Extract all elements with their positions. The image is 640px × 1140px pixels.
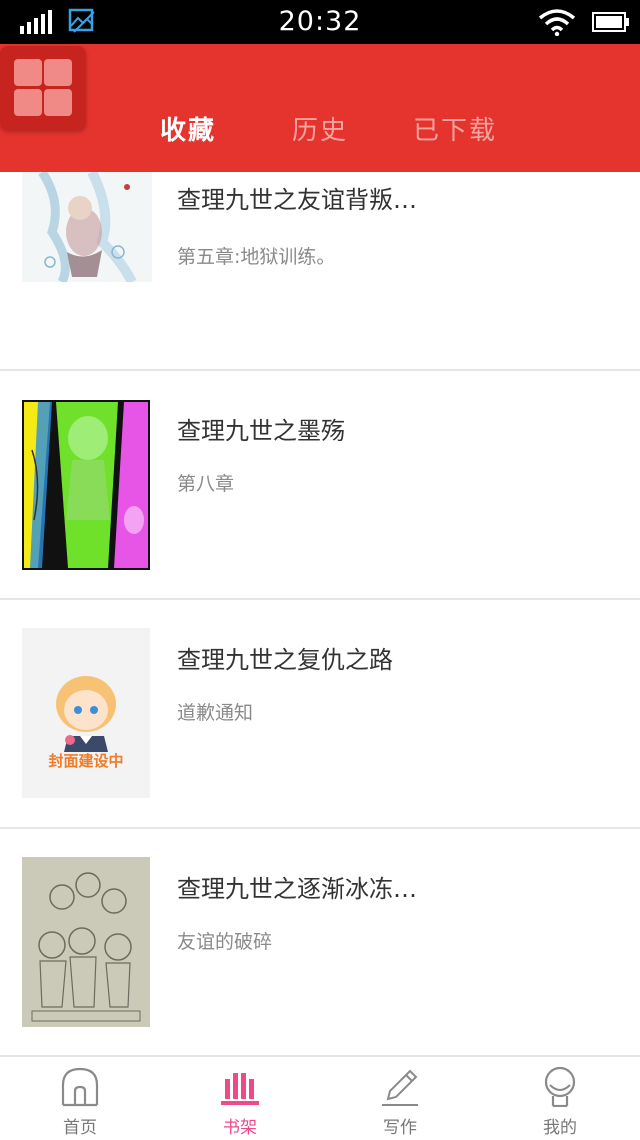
nav-label: 我的 [543,1118,577,1138]
grid-icon-cell [44,89,72,116]
book-latest-chapter: 友谊的破碎 [177,931,273,953]
app-header [0,44,640,172]
book-title: 查理九世之复仇之路 [177,646,393,674]
book-item[interactable]: 查理九世之友谊背叛… 第五章:地狱训练。 [0,172,640,341]
book-cover: 封面建设中 [22,628,150,798]
nav-bookshelf[interactable]: 书架 [160,1057,320,1140]
bottom-navigation: 首页 书架 写作 我的 [0,1055,640,1140]
nav-write[interactable]: 写作 [320,1057,480,1140]
status-bar: 20:32 [0,0,640,44]
book-latest-chapter: 第五章:地狱训练。 [177,246,336,268]
pencil-icon [382,1069,418,1106]
tab-history[interactable]: 历史 [292,110,348,147]
nav-label: 首页 [63,1118,97,1138]
book-item[interactable]: 封面建设中 查理九世之复仇之路 道歉通知 [0,600,640,829]
category-grid-button[interactable] [0,46,86,130]
battery-icon [592,12,629,32]
grid-icon-cell [44,59,72,86]
book-cover [22,172,152,282]
nav-label: 书架 [223,1118,257,1138]
book-cover [22,400,150,570]
tab-downloaded[interactable]: 已下载 [413,110,497,147]
book-item[interactable]: 查理九世之墨殇 第八章 [0,371,640,600]
cover-placeholder-text: 封面建设中 [48,752,124,770]
nav-profile[interactable]: 我的 [480,1057,640,1140]
book-latest-chapter: 第八章 [177,473,235,495]
tab-favorites[interactable]: 收藏 [160,110,216,147]
nav-home[interactable]: 首页 [0,1057,160,1140]
bookshelf-list[interactable]: 查理九世之友谊背叛… 第五章:地狱训练。 查理九世之墨殇 第八章 封面建设中 查… [0,172,640,1055]
profile-icon [544,1066,576,1107]
grid-icon-cell [14,89,42,116]
bookshelf-icon [221,1073,259,1105]
book-title: 查理九世之友谊背叛… [177,186,417,214]
book-title: 查理九世之墨殇 [177,417,345,445]
home-icon [61,1067,99,1107]
wifi-icon [538,9,576,36]
book-title: 查理九世之逐渐冰冻… [177,875,417,903]
grid-icon-cell [14,59,42,86]
book-latest-chapter: 道歉通知 [177,702,254,724]
book-cover [22,857,150,1027]
book-item[interactable]: 查理九世之逐渐冰冻… 友谊的破碎 [0,829,640,1055]
nav-label: 写作 [383,1118,417,1138]
